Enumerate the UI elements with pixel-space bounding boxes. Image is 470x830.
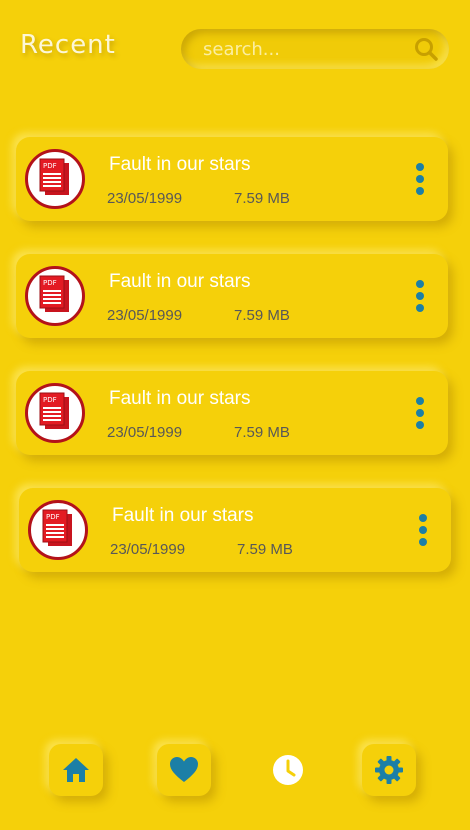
heart-icon [170,757,198,782]
nav-recent-button[interactable] [261,744,315,796]
pdf-icon: PDF [25,266,85,326]
file-size: 7.59 MB [237,541,293,558]
nav-favorites-button[interactable] [157,744,211,796]
file-card[interactable]: PDF Fault in our stars 23/05/1999 7.59 M… [16,371,448,455]
more-options-icon[interactable] [408,278,432,314]
more-options-icon[interactable] [411,512,435,548]
search-input[interactable] [203,37,403,61]
file-date: 23/05/1999 [107,190,183,207]
search-bar[interactable] [181,29,449,69]
file-name: Fault in our stars [109,271,251,292]
more-options-icon[interactable] [408,161,432,197]
file-size: 7.59 MB [234,424,290,441]
file-date: 23/05/1999 [110,541,186,558]
nav-home-button[interactable] [49,744,103,796]
file-card[interactable]: PDF Fault in our stars 23/05/1999 7.59 M… [19,488,451,572]
file-date: 23/05/1999 [107,307,183,324]
file-card[interactable]: PDF Fault in our stars 23/05/1999 7.59 M… [16,254,448,338]
search-icon[interactable] [413,36,439,62]
gear-icon [375,756,403,784]
nav-settings-button[interactable] [362,744,416,796]
pdf-icon: PDF [25,149,85,209]
pdf-icon: PDF [28,500,88,560]
more-options-icon[interactable] [408,395,432,431]
file-card[interactable]: PDF Fault in our stars 23/05/1999 7.59 M… [16,137,448,221]
file-name: Fault in our stars [112,505,254,526]
file-name: Fault in our stars [109,154,251,175]
home-icon [63,758,89,782]
page-title: Recent [20,30,116,60]
pdf-badge-text: PDF [43,279,57,287]
pdf-badge-text: PDF [43,396,57,404]
pdf-badge-text: PDF [46,513,60,521]
clock-icon [273,755,303,785]
file-size: 7.59 MB [234,190,290,207]
pdf-badge-text: PDF [43,162,57,170]
file-date: 23/05/1999 [107,424,183,441]
file-size: 7.59 MB [234,307,290,324]
file-name: Fault in our stars [109,388,251,409]
pdf-icon: PDF [25,383,85,443]
